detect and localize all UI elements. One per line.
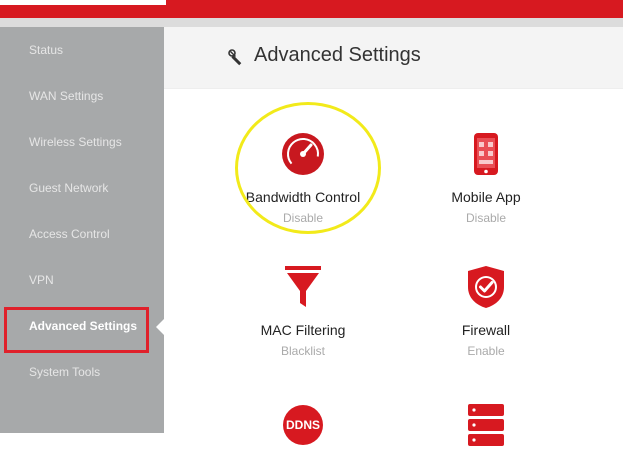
sidebar-item-system-tools[interactable]: System Tools [0, 349, 164, 395]
active-item-caret [156, 319, 164, 335]
sidebar-item-guest-network[interactable]: Guest Network [0, 165, 164, 211]
tile-status: Disable [465, 211, 507, 225]
sidebar-item-access-control[interactable]: Access Control [0, 211, 164, 257]
top-white-tab [0, 0, 166, 5]
filter-funnel-icon [285, 266, 321, 307]
sidebar-item-vpn[interactable]: VPN [0, 257, 164, 303]
top-divider [0, 18, 623, 27]
tile-name: MAC Filtering [260, 322, 346, 338]
tile-status: Blacklist [280, 344, 325, 358]
active-item-highlight-box [4, 307, 149, 353]
ddns-icon: DDNS [283, 405, 323, 445]
tile-status: Enable [467, 344, 505, 358]
mobile-app-icon [474, 133, 498, 175]
sidebar-item-status[interactable]: Status [0, 27, 164, 73]
server-rack-icon [468, 404, 504, 446]
sidebar: Status WAN Settings Wireless Settings Gu… [0, 27, 164, 433]
top-brand-bar [0, 0, 623, 18]
sidebar-item-wireless-settings[interactable]: Wireless Settings [0, 119, 164, 165]
tile-name: Mobile App [451, 189, 521, 205]
tile-server[interactable] [406, 403, 566, 452]
ddns-icon-label: DDNS [286, 418, 320, 432]
page-title: Advanced Settings [254, 44, 421, 66]
tile-mac-filtering[interactable]: MAC Filtering Blacklist [223, 265, 383, 358]
sidebar-item-wan-settings[interactable]: WAN Settings [0, 73, 164, 119]
wrench-icon [228, 49, 242, 66]
tile-firewall[interactable]: Firewall Enable [406, 265, 566, 358]
shield-check-icon [468, 266, 504, 308]
tile-name: Firewall [461, 322, 511, 338]
yellow-highlight-circle [235, 102, 381, 234]
tile-ddns[interactable]: DDNS [223, 403, 383, 452]
page-header: Advanced Settings [164, 27, 623, 89]
tile-mobile-app[interactable]: Mobile App Disable [406, 132, 566, 225]
